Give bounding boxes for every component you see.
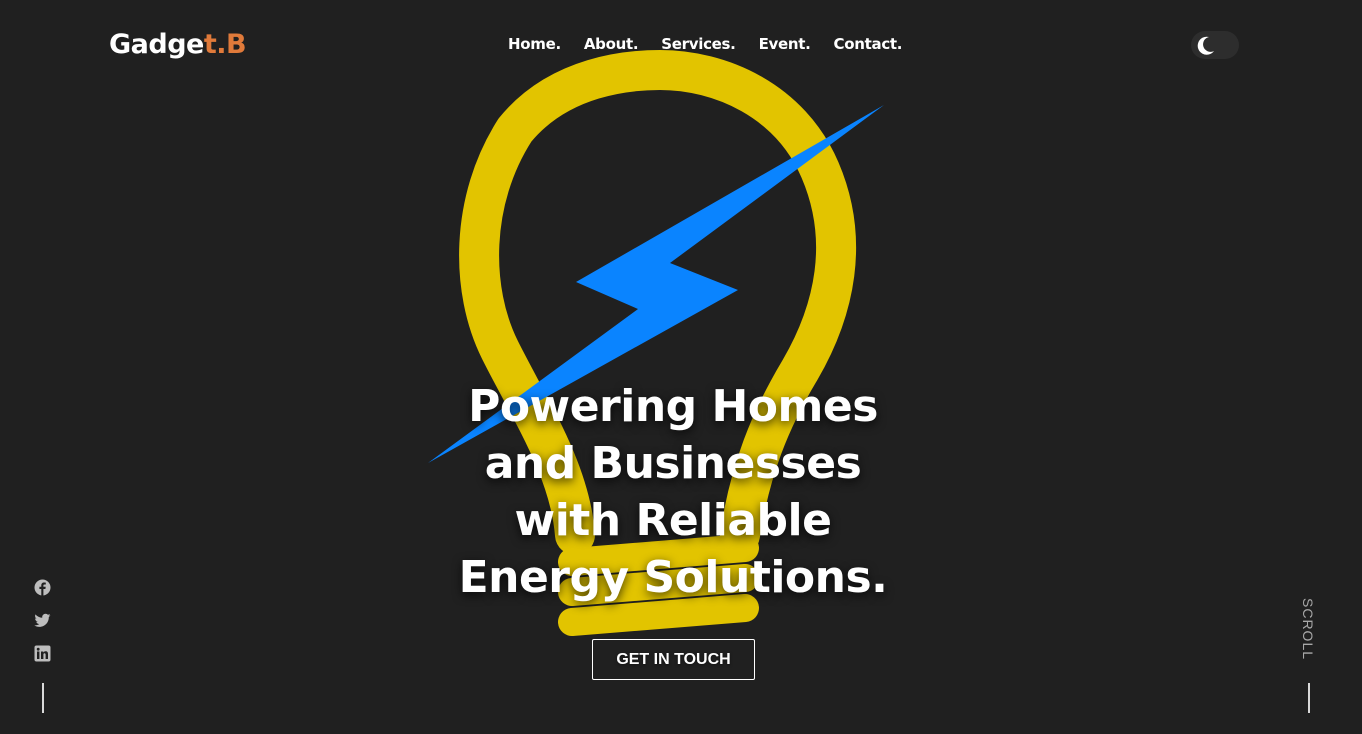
logo-text-main: Gadge bbox=[109, 29, 204, 60]
linkedin-icon[interactable] bbox=[34, 645, 51, 662]
hero-headline: Powering Homes and Businesses with Relia… bbox=[400, 378, 946, 606]
moon-icon bbox=[1197, 36, 1214, 55]
headline-line-4: Energy Solutions. bbox=[458, 552, 888, 603]
headline-line-1: Powering Homes bbox=[468, 381, 878, 432]
headline-line-3: with Reliable bbox=[514, 495, 832, 546]
get-in-touch-button[interactable]: GET IN TOUCH bbox=[592, 639, 755, 680]
social-divider-line bbox=[42, 683, 44, 713]
nav-item-home[interactable]: Home. bbox=[508, 34, 561, 54]
facebook-icon[interactable] bbox=[34, 579, 51, 596]
twitter-icon[interactable] bbox=[34, 612, 51, 629]
scroll-indicator-line bbox=[1308, 683, 1310, 713]
main-nav: Home. About. Services. Event. Contact. bbox=[508, 34, 925, 54]
site-logo[interactable]: Gadget.B bbox=[109, 28, 247, 62]
lightbulb-illustration bbox=[428, 50, 884, 636]
headline-line-2: and Businesses bbox=[484, 438, 862, 489]
nav-item-about[interactable]: About. bbox=[584, 34, 639, 54]
theme-toggle[interactable] bbox=[1191, 31, 1239, 59]
nav-item-contact[interactable]: Contact. bbox=[834, 34, 903, 54]
social-links bbox=[34, 579, 52, 678]
nav-item-services[interactable]: Services. bbox=[661, 34, 736, 54]
logo-text-accent: t.B bbox=[203, 29, 247, 60]
scroll-indicator-label[interactable]: SCROLL bbox=[1297, 598, 1319, 668]
nav-item-event[interactable]: Event. bbox=[759, 34, 811, 54]
